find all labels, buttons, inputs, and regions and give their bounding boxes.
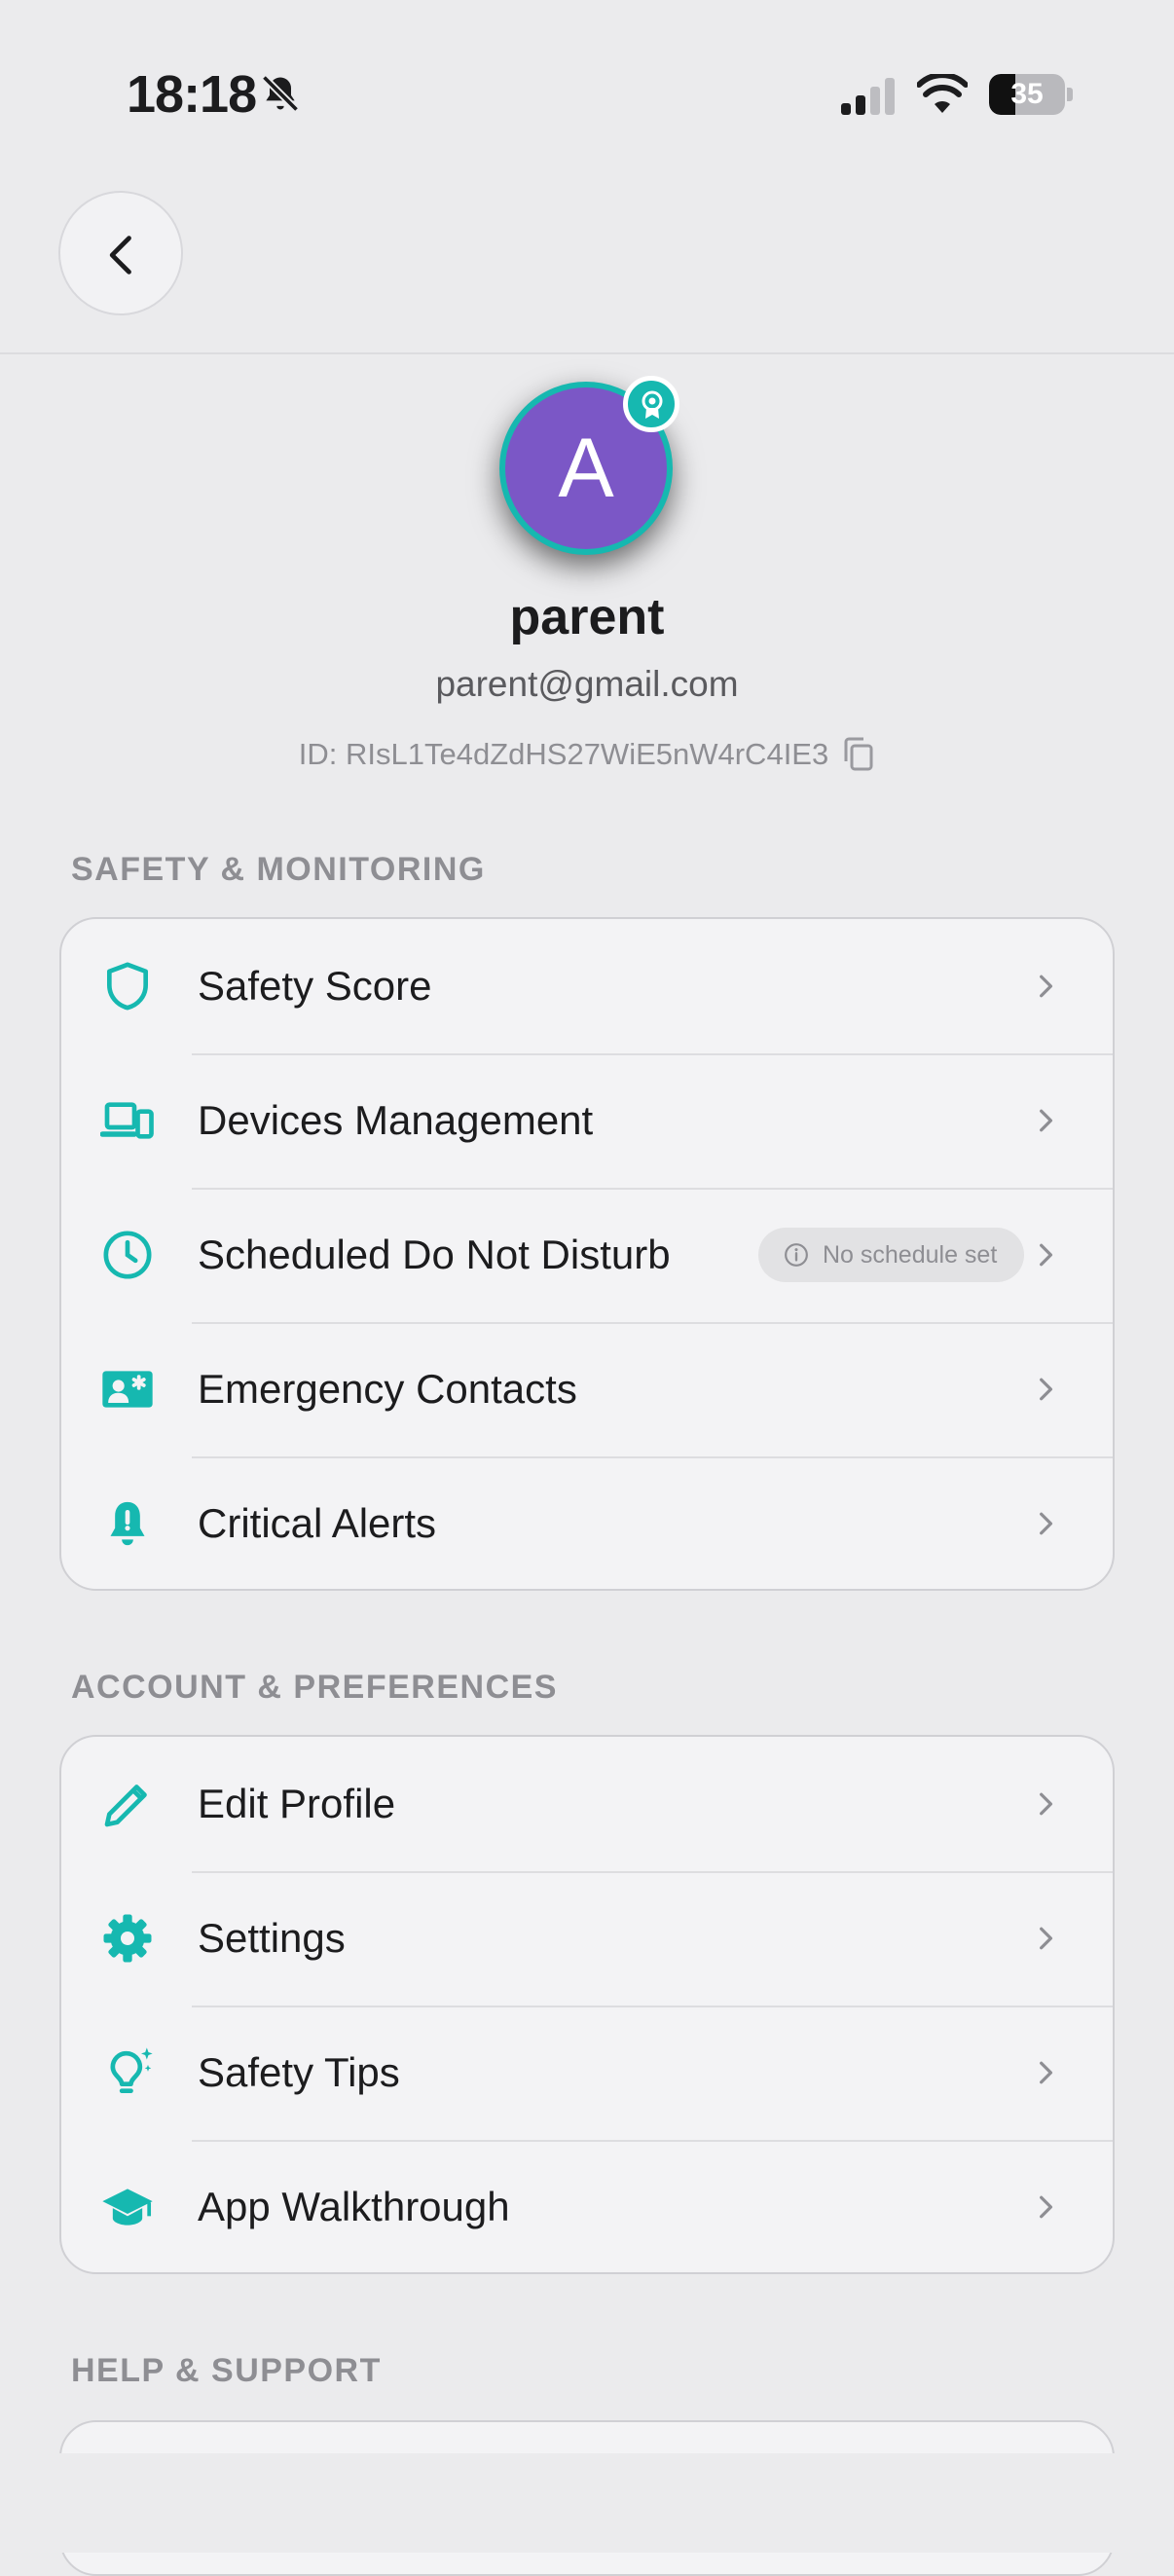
- profile-name: parent: [509, 589, 665, 645]
- back-button[interactable]: [58, 191, 183, 315]
- menu-item-label: Safety Score: [198, 963, 432, 1009]
- shield-icon: [107, 962, 149, 1011]
- award-badge: [623, 376, 679, 432]
- gear-icon: [103, 1914, 152, 1963]
- chevron-right-icon: [1040, 1378, 1053, 1401]
- chevron-right-icon: [1040, 1109, 1053, 1132]
- menu-item-app-walkthrough[interactable]: App Walkthrough: [61, 2140, 1113, 2272]
- section-title-safety: SAFETY & MONITORING: [71, 851, 486, 888]
- info-icon: [785, 1243, 808, 1267]
- chevron-right-icon: [1040, 1243, 1053, 1267]
- menu-item-label: Critical Alerts: [198, 1500, 437, 1546]
- menu-item-safety-score[interactable]: Safety Score: [61, 919, 1113, 1053]
- lightbulb-icon: [110, 2047, 153, 2093]
- chevron-right-icon: [1040, 1512, 1053, 1535]
- status-time: 18:18: [127, 65, 257, 124]
- award-icon: [642, 390, 663, 419]
- clock-icon: [103, 1231, 152, 1279]
- menu-item-settings[interactable]: Settings: [61, 1871, 1113, 2006]
- contact-card-icon: [102, 1371, 153, 1408]
- wifi-icon: [917, 74, 968, 113]
- chevron-right-icon: [1040, 1927, 1053, 1950]
- menu-item-scheduled-dnd[interactable]: Scheduled Do Not Disturb No schedule set: [61, 1188, 1113, 1322]
- profile-email: parent@gmail.com: [435, 664, 739, 704]
- chip-label: No schedule set: [823, 1240, 998, 1269]
- schedule-status-chip: No schedule set: [758, 1228, 1025, 1282]
- chevron-right-icon: [1040, 975, 1053, 998]
- graduation-cap-icon: [102, 2189, 153, 2226]
- account-preferences-card: Edit Profile Settings Safety Tips App Wa…: [59, 1735, 1115, 2274]
- user-id-row: ID: RIsL1Te4dZdHS27WiE5nW4rC4IE3: [0, 732, 1174, 777]
- header-divider: [0, 352, 1174, 354]
- chevron-right-icon: [1040, 2195, 1053, 2219]
- menu-item-emergency-contacts[interactable]: Emergency Contacts: [61, 1322, 1113, 1456]
- chevron-left-icon: [109, 236, 131, 275]
- safety-monitoring-card: Safety Score Devices Management Schedule…: [59, 917, 1115, 1591]
- menu-item-label: Safety Tips: [198, 2049, 400, 2095]
- menu-item-label: Scheduled Do Not Disturb: [198, 1232, 671, 1277]
- user-id: ID: RIsL1Te4dZdHS27WiE5nW4rC4IE3: [298, 737, 829, 771]
- menu-item-label: App Walkthrough: [198, 2184, 510, 2229]
- devices-icon: [100, 1102, 154, 1139]
- bottom-area: [0, 2453, 1174, 2553]
- menu-item-edit-profile[interactable]: Edit Profile: [61, 1737, 1113, 1871]
- status-bar: 18:18 35: [0, 0, 1174, 185]
- battery-percent: 35: [1010, 78, 1044, 110]
- section-title-account: ACCOUNT & PREFERENCES: [71, 1669, 558, 1706]
- chevron-right-icon: [1040, 2061, 1053, 2084]
- menu-item-critical-alerts[interactable]: Critical Alerts: [61, 1456, 1113, 1589]
- menu-item-label: Settings: [198, 1915, 346, 1961]
- copy-icon[interactable]: [842, 736, 875, 773]
- menu-item-devices-management[interactable]: Devices Management: [61, 1053, 1113, 1188]
- bell-muted-icon: [261, 74, 300, 113]
- menu-item-safety-tips[interactable]: Safety Tips: [61, 2006, 1113, 2140]
- battery-icon: 35: [989, 74, 1073, 115]
- menu-item-label: Devices Management: [198, 1097, 594, 1143]
- menu-item-label: Emergency Contacts: [198, 1366, 577, 1412]
- section-title-help: HELP & SUPPORT: [71, 2352, 382, 2389]
- chevron-right-icon: [1040, 1792, 1053, 1816]
- pencil-icon: [104, 1785, 147, 1827]
- cellular-signal-icon: [841, 78, 895, 115]
- alert-bell-icon: [110, 1501, 145, 1546]
- menu-item-label: Edit Profile: [198, 1781, 396, 1826]
